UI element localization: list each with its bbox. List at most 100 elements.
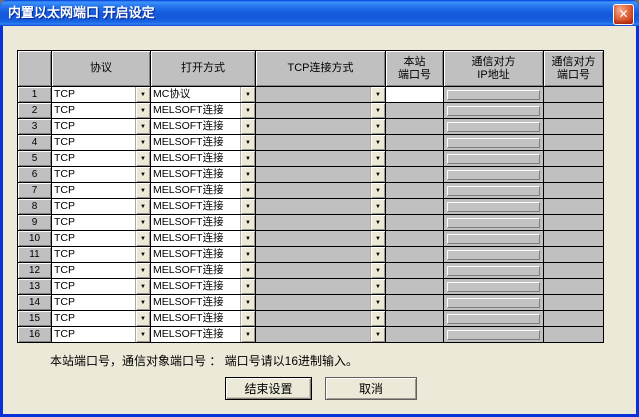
dropdown-arrow-icon[interactable]: ▼ <box>135 279 150 294</box>
protocol-dropdown[interactable]: TCP▼ <box>52 199 150 214</box>
row-number[interactable]: 9 <box>18 215 52 231</box>
dropdown-arrow-icon[interactable]: ▼ <box>240 183 255 198</box>
partner-ip-field-disabled <box>447 298 540 308</box>
protocol-dropdown[interactable]: TCP▼ <box>52 183 150 198</box>
row-number[interactable]: 3 <box>18 119 52 135</box>
dropdown-arrow-icon[interactable]: ▼ <box>135 151 150 166</box>
dropdown-arrow-icon[interactable]: ▼ <box>135 263 150 278</box>
dropdown-arrow-icon[interactable]: ▼ <box>240 263 255 278</box>
row-number[interactable]: 10 <box>18 231 52 247</box>
dropdown-arrow-icon[interactable]: ▼ <box>240 87 255 102</box>
table-row: 9TCP▼MELSOFT连接▼▼ <box>18 215 604 231</box>
dropdown-arrow-icon[interactable]: ▼ <box>240 199 255 214</box>
protocol-dropdown[interactable]: TCP▼ <box>52 247 150 262</box>
dropdown-arrow-icon[interactable]: ▼ <box>135 135 150 150</box>
open-method-dropdown[interactable]: MELSOFT连接▼ <box>151 167 255 182</box>
dropdown-arrow-icon[interactable]: ▼ <box>135 231 150 246</box>
partner-ip-cell <box>444 327 544 343</box>
protocol-dropdown[interactable]: TCP▼ <box>52 279 150 294</box>
dropdown-arrow-icon[interactable]: ▼ <box>240 231 255 246</box>
row-number[interactable]: 5 <box>18 151 52 167</box>
open-method-dropdown[interactable]: MELSOFT连接▼ <box>151 295 255 310</box>
open-method-dropdown[interactable]: MELSOFT连接▼ <box>151 103 255 118</box>
local-port-cell <box>386 151 444 167</box>
open-method-dropdown[interactable]: MELSOFT连接▼ <box>151 263 255 278</box>
row-number[interactable]: 2 <box>18 103 52 119</box>
finish-settings-button[interactable]: 结束设置 <box>225 377 312 400</box>
open-method-dropdown[interactable]: MELSOFT连接▼ <box>151 199 255 214</box>
protocol-dropdown[interactable]: TCP▼ <box>52 311 150 326</box>
dropdown-arrow-icon[interactable]: ▼ <box>240 151 255 166</box>
protocol-dropdown[interactable]: TCP▼ <box>52 327 150 342</box>
protocol-dropdown[interactable]: TCP▼ <box>52 119 150 134</box>
row-number[interactable]: 4 <box>18 135 52 151</box>
dropdown-arrow-icon[interactable]: ▼ <box>240 135 255 150</box>
protocol-dropdown[interactable]: TCP▼ <box>52 87 150 102</box>
open-method-dropdown[interactable]: MELSOFT连接▼ <box>151 135 255 150</box>
dropdown-arrow-icon[interactable]: ▼ <box>240 295 255 310</box>
row-number[interactable]: 16 <box>18 327 52 343</box>
protocol-cell: TCP▼ <box>52 119 151 135</box>
row-number[interactable]: 13 <box>18 279 52 295</box>
dropdown-arrow-icon[interactable]: ▼ <box>240 279 255 294</box>
dropdown-arrow-icon[interactable]: ▼ <box>240 311 255 326</box>
dropdown-arrow-icon: ▼ <box>370 167 385 182</box>
dropdown-arrow-icon[interactable]: ▼ <box>135 215 150 230</box>
row-number[interactable]: 12 <box>18 263 52 279</box>
dropdown-arrow-icon[interactable]: ▼ <box>135 327 150 342</box>
open-method-dropdown[interactable]: MELSOFT连接▼ <box>151 183 255 198</box>
protocol-dropdown[interactable]: TCP▼ <box>52 151 150 166</box>
tcp-connection-value <box>256 199 370 214</box>
open-method-dropdown[interactable]: MELSOFT连接▼ <box>151 311 255 326</box>
dropdown-arrow-icon[interactable]: ▼ <box>135 167 150 182</box>
dropdown-arrow-icon[interactable]: ▼ <box>135 183 150 198</box>
dropdown-arrow-icon[interactable]: ▼ <box>240 327 255 342</box>
protocol-dropdown[interactable]: TCP▼ <box>52 263 150 278</box>
dropdown-arrow-icon[interactable]: ▼ <box>135 119 150 134</box>
row-number[interactable]: 15 <box>18 311 52 327</box>
row-number[interactable]: 11 <box>18 247 52 263</box>
dropdown-arrow-icon[interactable]: ▼ <box>240 103 255 118</box>
row-number[interactable]: 7 <box>18 183 52 199</box>
row-number[interactable]: 1 <box>18 87 52 103</box>
protocol-value: TCP <box>52 327 135 342</box>
protocol-dropdown[interactable]: TCP▼ <box>52 215 150 230</box>
open-method-dropdown[interactable]: MC协议▼ <box>151 87 255 102</box>
dropdown-arrow-icon[interactable]: ▼ <box>135 87 150 102</box>
protocol-dropdown[interactable]: TCP▼ <box>52 103 150 118</box>
dropdown-arrow-icon[interactable]: ▼ <box>135 103 150 118</box>
dropdown-arrow-icon[interactable]: ▼ <box>240 167 255 182</box>
dropdown-arrow-icon: ▼ <box>370 311 385 326</box>
local-port-cell <box>386 311 444 327</box>
dropdown-arrow-icon[interactable]: ▼ <box>240 215 255 230</box>
cancel-button[interactable]: 取消 <box>325 377 417 400</box>
open-method-dropdown[interactable]: MELSOFT连接▼ <box>151 215 255 230</box>
row-number[interactable]: 14 <box>18 295 52 311</box>
tcp-connection-dropdown-disabled: ▼ <box>256 231 385 246</box>
tcp-connection-value <box>256 231 370 246</box>
protocol-dropdown[interactable]: TCP▼ <box>52 167 150 182</box>
local-port-cell <box>386 231 444 247</box>
local-port-cell[interactable] <box>386 87 444 103</box>
protocol-dropdown[interactable]: TCP▼ <box>52 295 150 310</box>
dropdown-arrow-icon[interactable]: ▼ <box>135 295 150 310</box>
row-number[interactable]: 8 <box>18 199 52 215</box>
dropdown-arrow-icon[interactable]: ▼ <box>240 119 255 134</box>
dropdown-arrow-icon[interactable]: ▼ <box>135 311 150 326</box>
open-method-dropdown[interactable]: MELSOFT连接▼ <box>151 151 255 166</box>
close-button[interactable]: ✕ <box>613 4 634 25</box>
open-method-dropdown[interactable]: MELSOFT连接▼ <box>151 327 255 342</box>
protocol-dropdown[interactable]: TCP▼ <box>52 231 150 246</box>
table-row: 3TCP▼MELSOFT连接▼▼ <box>18 119 604 135</box>
open-method-dropdown[interactable]: MELSOFT连接▼ <box>151 279 255 294</box>
dropdown-arrow-icon[interactable]: ▼ <box>135 247 150 262</box>
titlebar: 内置以太网端口 开启设定 ✕ <box>0 0 639 26</box>
protocol-dropdown[interactable]: TCP▼ <box>52 135 150 150</box>
table-row: 15TCP▼MELSOFT连接▼▼ <box>18 311 604 327</box>
row-number[interactable]: 6 <box>18 167 52 183</box>
dropdown-arrow-icon[interactable]: ▼ <box>240 247 255 262</box>
open-method-dropdown[interactable]: MELSOFT连接▼ <box>151 119 255 134</box>
open-method-dropdown[interactable]: MELSOFT连接▼ <box>151 247 255 262</box>
dropdown-arrow-icon[interactable]: ▼ <box>135 199 150 214</box>
open-method-dropdown[interactable]: MELSOFT连接▼ <box>151 231 255 246</box>
